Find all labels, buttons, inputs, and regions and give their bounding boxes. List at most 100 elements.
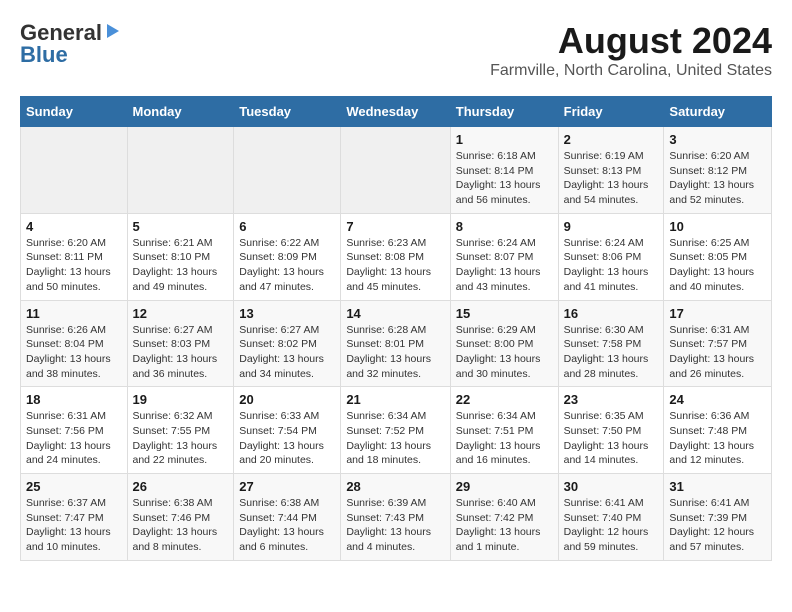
day-number: 23 [564, 392, 659, 407]
calendar-header-thursday: Thursday [450, 97, 558, 127]
day-number: 25 [26, 479, 122, 494]
calendar-cell: 14 Sunrise: 6:28 AMSunset: 8:01 PMDayligh… [341, 300, 450, 387]
day-number: 19 [133, 392, 229, 407]
calendar-cell [234, 127, 341, 214]
calendar-header-wednesday: Wednesday [341, 97, 450, 127]
calendar-cell: 18Sunrise: 6:31 AMSunset: 7:56 PMDayligh… [21, 387, 128, 474]
calendar-cell: 19 Sunrise: 6:32 AMSunset: 7:55 PMDayligh… [127, 387, 234, 474]
day-info: Sunrise: 6:23 AMSunset: 8:08 PMDaylight:… [346, 236, 444, 295]
day-info: Sunrise: 6:24 AMSunset: 8:07 PMDaylight:… [456, 236, 553, 295]
day-number: 28 [346, 479, 444, 494]
calendar-header-sunday: Sunday [21, 97, 128, 127]
day-info: Sunrise: 6:37 AMSunset: 7:47 PMDaylight:… [26, 496, 122, 555]
calendar-week-row: 18Sunrise: 6:31 AMSunset: 7:56 PMDayligh… [21, 387, 772, 474]
calendar-cell: 7 Sunrise: 6:23 AMSunset: 8:08 PMDaylight… [341, 213, 450, 300]
calendar-cell: 16 Sunrise: 6:30 AMSunset: 7:58 PMDayligh… [558, 300, 664, 387]
day-number: 21 [346, 392, 444, 407]
day-info: Sunrise: 6:31 AMSunset: 7:57 PMDaylight:… [669, 323, 766, 382]
day-info: Sunrise: 6:40 AMSunset: 7:42 PMDaylight:… [456, 496, 553, 555]
day-number: 1 [456, 132, 553, 147]
calendar-cell: 4Sunrise: 6:20 AMSunset: 8:11 PMDaylight… [21, 213, 128, 300]
main-title: August 2024 [490, 20, 772, 62]
day-number: 5 [133, 219, 229, 234]
day-number: 31 [669, 479, 766, 494]
calendar-header-row: SundayMondayTuesdayWednesdayThursdayFrid… [21, 97, 772, 127]
calendar-cell: 20 Sunrise: 6:33 AMSunset: 7:54 PMDayligh… [234, 387, 341, 474]
day-number: 2 [564, 132, 659, 147]
calendar-cell: 31 Sunrise: 6:41 AMSunset: 7:39 PMDayligh… [664, 474, 772, 561]
logo-blue-text: Blue [20, 42, 68, 68]
calendar-week-row: 4Sunrise: 6:20 AMSunset: 8:11 PMDaylight… [21, 213, 772, 300]
day-info: Sunrise: 6:41 AMSunset: 7:39 PMDaylight:… [669, 496, 766, 555]
calendar-header-friday: Friday [558, 97, 664, 127]
day-info: Sunrise: 6:32 AMSunset: 7:55 PMDaylight:… [133, 409, 229, 468]
calendar-cell: 21 Sunrise: 6:34 AMSunset: 7:52 PMDayligh… [341, 387, 450, 474]
day-number: 9 [564, 219, 659, 234]
day-number: 12 [133, 306, 229, 321]
day-info: Sunrise: 6:26 AMSunset: 8:04 PMDaylight:… [26, 323, 122, 382]
calendar-cell: 11 Sunrise: 6:26 AMSunset: 8:04 PMDayligh… [21, 300, 128, 387]
day-info: Sunrise: 6:30 AMSunset: 7:58 PMDaylight:… [564, 323, 659, 382]
calendar-header-monday: Monday [127, 97, 234, 127]
day-number: 13 [239, 306, 335, 321]
day-number: 20 [239, 392, 335, 407]
day-info: Sunrise: 6:27 AMSunset: 8:02 PMDaylight:… [239, 323, 335, 382]
day-info: Sunrise: 6:41 AMSunset: 7:40 PMDaylight:… [564, 496, 659, 555]
calendar-cell: 27 Sunrise: 6:38 AMSunset: 7:44 PMDayligh… [234, 474, 341, 561]
calendar-cell: 23 Sunrise: 6:35 AMSunset: 7:50 PMDayligh… [558, 387, 664, 474]
day-number: 8 [456, 219, 553, 234]
calendar-cell: 22 Sunrise: 6:34 AMSunset: 7:51 PMDayligh… [450, 387, 558, 474]
day-number: 27 [239, 479, 335, 494]
subtitle: Farmville, North Carolina, United States [490, 62, 772, 80]
calendar-cell: 9Sunrise: 6:24 AMSunset: 8:06 PMDaylight… [558, 213, 664, 300]
day-number: 16 [564, 306, 659, 321]
day-info: Sunrise: 6:20 AMSunset: 8:12 PMDaylight:… [669, 149, 766, 208]
day-info: Sunrise: 6:18 AMSunset: 8:14 PMDaylight:… [456, 149, 553, 208]
calendar-cell [127, 127, 234, 214]
logo: General Blue [20, 20, 121, 68]
calendar-cell: 15Sunrise: 6:29 AMSunset: 8:00 PMDayligh… [450, 300, 558, 387]
calendar-cell: 26Sunrise: 6:38 AMSunset: 7:46 PMDayligh… [127, 474, 234, 561]
day-info: Sunrise: 6:22 AMSunset: 8:09 PMDaylight:… [239, 236, 335, 295]
calendar-cell [21, 127, 128, 214]
calendar-cell: 2 Sunrise: 6:19 AMSunset: 8:13 PMDaylight… [558, 127, 664, 214]
day-number: 18 [26, 392, 122, 407]
calendar-week-row: 11 Sunrise: 6:26 AMSunset: 8:04 PMDayligh… [21, 300, 772, 387]
calendar-cell: 1 Sunrise: 6:18 AMSunset: 8:14 PMDaylight… [450, 127, 558, 214]
day-number: 22 [456, 392, 553, 407]
day-info: Sunrise: 6:36 AMSunset: 7:48 PMDaylight:… [669, 409, 766, 468]
day-number: 10 [669, 219, 766, 234]
calendar-cell: 5 Sunrise: 6:21 AMSunset: 8:10 PMDaylight… [127, 213, 234, 300]
day-info: Sunrise: 6:28 AMSunset: 8:01 PMDaylight:… [346, 323, 444, 382]
calendar-cell: 28Sunrise: 6:39 AMSunset: 7:43 PMDayligh… [341, 474, 450, 561]
calendar-header-tuesday: Tuesday [234, 97, 341, 127]
calendar-week-row: 1 Sunrise: 6:18 AMSunset: 8:14 PMDaylight… [21, 127, 772, 214]
day-info: Sunrise: 6:34 AMSunset: 7:52 PMDaylight:… [346, 409, 444, 468]
calendar-header-saturday: Saturday [664, 97, 772, 127]
day-info: Sunrise: 6:34 AMSunset: 7:51 PMDaylight:… [456, 409, 553, 468]
day-info: Sunrise: 6:21 AMSunset: 8:10 PMDaylight:… [133, 236, 229, 295]
title-section: August 2024 Farmville, North Carolina, U… [490, 20, 772, 80]
day-number: 7 [346, 219, 444, 234]
day-number: 11 [26, 306, 122, 321]
day-info: Sunrise: 6:38 AMSunset: 7:44 PMDaylight:… [239, 496, 335, 555]
day-number: 14 [346, 306, 444, 321]
day-info: Sunrise: 6:35 AMSunset: 7:50 PMDaylight:… [564, 409, 659, 468]
day-info: Sunrise: 6:27 AMSunset: 8:03 PMDaylight:… [133, 323, 229, 382]
header: General Blue August 2024 Farmville, Nort… [20, 20, 772, 80]
day-info: Sunrise: 6:33 AMSunset: 7:54 PMDaylight:… [239, 409, 335, 468]
day-number: 15 [456, 306, 553, 321]
calendar-cell [341, 127, 450, 214]
calendar-cell: 25 Sunrise: 6:37 AMSunset: 7:47 PMDayligh… [21, 474, 128, 561]
day-number: 30 [564, 479, 659, 494]
calendar-cell: 8 Sunrise: 6:24 AMSunset: 8:07 PMDaylight… [450, 213, 558, 300]
day-number: 3 [669, 132, 766, 147]
day-number: 17 [669, 306, 766, 321]
calendar-cell: 12 Sunrise: 6:27 AMSunset: 8:03 PMDayligh… [127, 300, 234, 387]
day-number: 6 [239, 219, 335, 234]
calendar-cell: 29Sunrise: 6:40 AMSunset: 7:42 PMDayligh… [450, 474, 558, 561]
day-info: Sunrise: 6:19 AMSunset: 8:13 PMDaylight:… [564, 149, 659, 208]
calendar-cell: 30 Sunrise: 6:41 AMSunset: 7:40 PMDayligh… [558, 474, 664, 561]
day-info: Sunrise: 6:38 AMSunset: 7:46 PMDaylight:… [133, 496, 229, 555]
calendar-cell: 17 Sunrise: 6:31 AMSunset: 7:57 PMDayligh… [664, 300, 772, 387]
